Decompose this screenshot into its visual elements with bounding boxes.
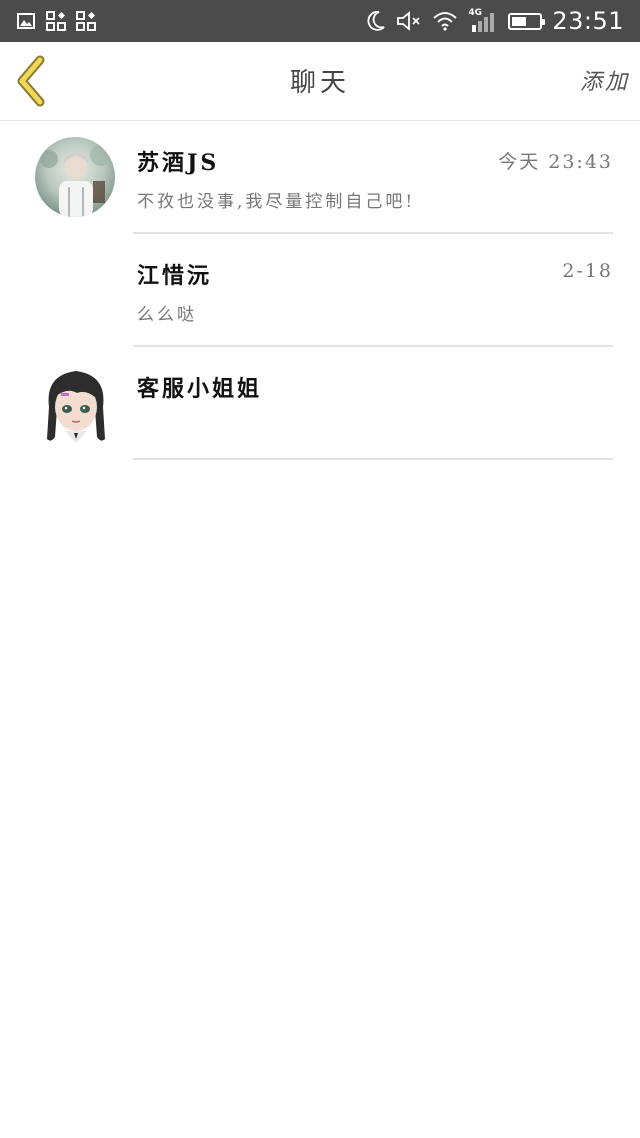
chat-last-message: 么么哒 [137,305,197,325]
mute-icon [397,11,420,31]
navigation-bar: 聊天 添加 [0,42,640,121]
chat-item[interactable]: 苏酒JS 今天 23:43 不孜也没事,我尽量控制自己吧! [0,121,640,234]
chat-time: 2-18 [562,260,613,282]
chat-time: 今天 23:43 [498,151,613,173]
divider [133,458,613,460]
chat-last-message: 不孜也没事,我尽量控制自己吧! [137,192,416,212]
avatar [35,137,115,217]
battery-icon [508,12,546,30]
clock: 23:51 [552,7,624,35]
chat-name: 苏酒JS [137,150,220,176]
wifi-icon [433,12,458,31]
avatar [43,367,109,443]
app-grid-icon [46,11,66,31]
status-bar-right: 4G 23:51 [366,0,624,42]
status-bar: 4G 23:51 [0,0,640,42]
chat-list: 苏酒JS 今天 23:43 不孜也没事,我尽量控制自己吧! 江惜沅 2-18 么… [0,121,640,460]
moon-icon [367,11,385,31]
chat-item[interactable]: 江惜沅 2-18 么么哒 [0,234,640,347]
gallery-icon [17,13,35,29]
chat-name: 客服小姐姐 [137,376,263,402]
page-title: 聊天 [289,68,350,98]
signal-icon: 4G [468,8,498,32]
chat-name: 江惜沅 [137,263,213,289]
status-bar-left [16,11,96,31]
battery-level-fill [512,16,527,26]
chat-item[interactable]: 客服小姐姐 [0,347,640,460]
app-grid-icon [76,11,96,31]
add-button[interactable]: 添加 [580,64,630,96]
